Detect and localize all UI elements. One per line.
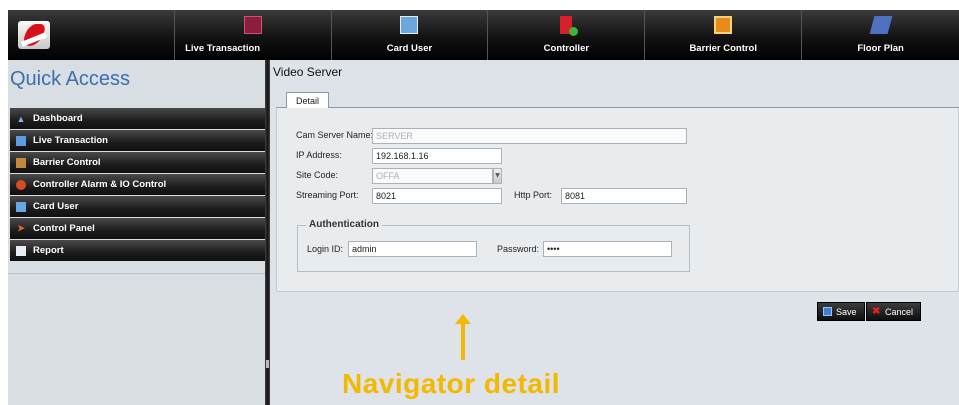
- control-panel-icon: ➤: [17, 223, 25, 233]
- controller-icon: [560, 16, 579, 36]
- login-id-field[interactable]: admin: [348, 241, 477, 257]
- floor-plan-icon: [869, 16, 893, 34]
- nav-live-transaction[interactable]: Live Transaction: [175, 10, 332, 60]
- brand-logo-icon: [18, 21, 50, 49]
- detail-panel: Cam Server Name: SERVER IP Address: 192.…: [276, 108, 959, 292]
- cam-server-name-label: Cam Server Name:: [296, 130, 374, 140]
- nav-floor-plan[interactable]: Floor Plan: [802, 10, 959, 60]
- tab-bar: Detail: [276, 84, 959, 109]
- password-label: Password:: [497, 244, 540, 254]
- nav-label: Barrier Control: [689, 43, 758, 54]
- sidebar-item-dashboard[interactable]: ▲ Dashboard: [10, 108, 265, 129]
- sidebar-item-controller-alarm[interactable]: Controller Alarm & IO Control: [10, 174, 265, 195]
- annotation-label: Navigator detail: [342, 368, 561, 399]
- nav-controller[interactable]: Controller: [488, 10, 646, 60]
- sidebar-menu: ▲ Dashboard Live Transaction Barrier Con…: [10, 108, 265, 262]
- nav-label: Card User: [386, 43, 433, 54]
- nav-label: Floor Plan: [857, 43, 904, 54]
- barrier-control-icon: [714, 16, 733, 34]
- card-user-icon: [16, 201, 26, 212]
- sidebar-item-card-user[interactable]: Card User: [10, 196, 265, 217]
- alarm-icon: [16, 179, 26, 190]
- main-content: Video Server Detail Cam Server Name: SER…: [270, 60, 959, 405]
- tab-detail[interactable]: Detail: [286, 92, 330, 109]
- arrow-shaft: [461, 322, 465, 360]
- login-id-label: Login ID:: [307, 244, 344, 254]
- http-port-label: Http Port:: [514, 190, 553, 200]
- authentication-legend: Authentication: [306, 219, 382, 230]
- live-transaction-icon: [243, 16, 262, 34]
- nav-label: Controller: [543, 43, 590, 54]
- sidebar-item-label: Report: [33, 245, 64, 256]
- save-button-label: Save: [836, 306, 857, 317]
- close-icon: ✖: [872, 306, 881, 317]
- nav-barrier-control[interactable]: Barrier Control: [645, 10, 803, 60]
- streaming-port-field[interactable]: 8021: [372, 188, 502, 204]
- card-user-icon: [400, 16, 419, 34]
- top-navigation-bar: Live Transaction Card User Controller Ba…: [8, 10, 959, 60]
- page-title: Video Server: [273, 65, 343, 79]
- http-port-field[interactable]: 8081: [561, 188, 687, 204]
- home-icon: ▲: [16, 113, 26, 124]
- sidebar-item-report[interactable]: Report: [10, 240, 265, 261]
- barrier-icon: [16, 157, 26, 168]
- splitter-grip-icon[interactable]: [266, 360, 269, 368]
- password-field[interactable]: ••••: [543, 241, 672, 257]
- site-code-select[interactable]: OFFA: [372, 168, 493, 184]
- save-icon: [823, 307, 832, 316]
- quick-access-title: Quick Access: [10, 68, 131, 90]
- cancel-button-label: Cancel: [885, 306, 914, 317]
- sidebar-item-label: Card User: [33, 201, 79, 212]
- sidebar-item-control-panel[interactable]: ➤ Control Panel: [10, 218, 265, 239]
- sidebar-item-label: Dashboard: [33, 113, 83, 124]
- quick-access-sidebar: Quick Access ▲ Dashboard Live Transactio…: [8, 60, 265, 405]
- nav-card-user[interactable]: Card User: [332, 10, 489, 60]
- nav-label: Live Transaction: [185, 43, 261, 54]
- sidebar-item-label: Control Panel: [33, 223, 95, 234]
- sidebar-item-label: Controller Alarm & IO Control: [33, 179, 167, 190]
- chevron-down-icon[interactable]: ▼: [493, 168, 502, 184]
- sidebar-item-label: Live Transaction: [33, 135, 108, 146]
- ip-address-field[interactable]: 192.168.1.16: [372, 148, 502, 164]
- sidebar-divider: [8, 273, 265, 274]
- sidebar-item-barrier-control[interactable]: Barrier Control: [10, 152, 265, 173]
- site-code-label: Site Code:: [296, 170, 339, 180]
- sidebar-item-live-transaction[interactable]: Live Transaction: [10, 130, 265, 151]
- report-icon: [16, 245, 26, 256]
- streaming-port-label: Streaming Port:: [296, 190, 359, 200]
- monitor-icon: [16, 135, 26, 146]
- cam-server-name-field: SERVER: [372, 128, 687, 144]
- sidebar-item-label: Barrier Control: [33, 157, 101, 168]
- ip-address-label: IP Address:: [296, 150, 342, 160]
- cancel-button[interactable]: ✖ Cancel: [866, 302, 922, 321]
- save-button[interactable]: Save: [817, 302, 865, 321]
- annotation-arrow-icon: [455, 314, 471, 360]
- authentication-group: Authentication Login ID: admin Password:…: [297, 219, 690, 272]
